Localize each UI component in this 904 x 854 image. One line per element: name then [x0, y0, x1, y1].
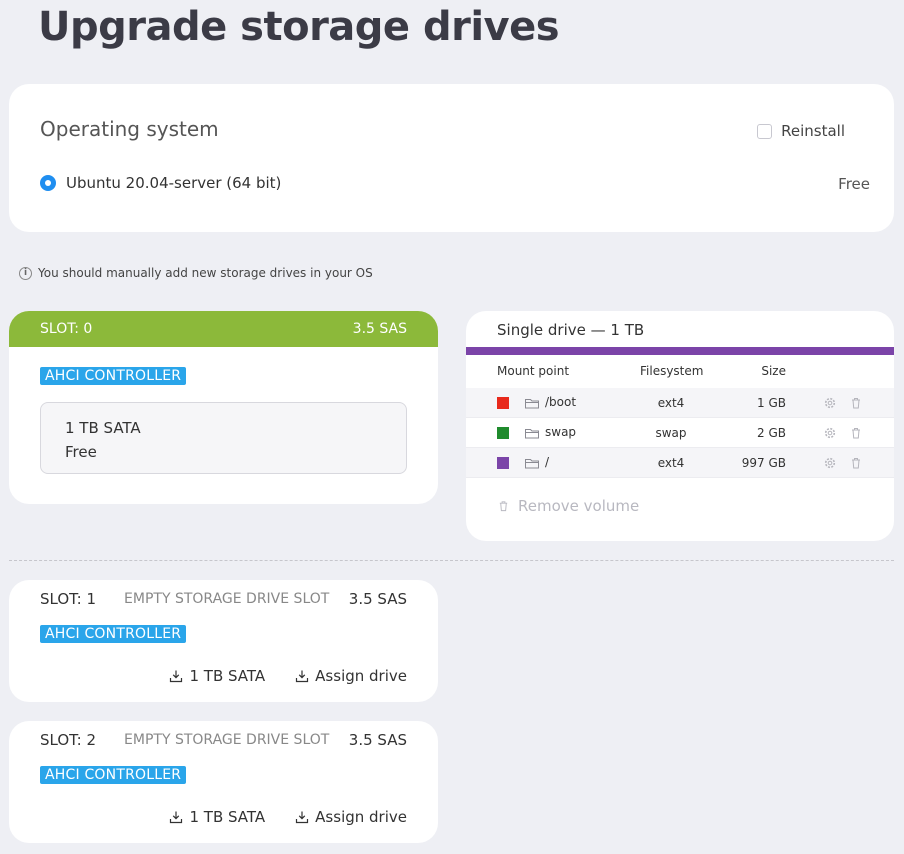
notice-text: You should manually add new storage driv… [38, 266, 373, 280]
info-icon: i [19, 266, 32, 280]
partition-size: 2 GB [757, 426, 786, 440]
remove-volume-label: Remove volume [518, 497, 640, 515]
slot-actions: 1 TB SATA Assign drive [169, 808, 407, 826]
reinstall-label: Reinstall [781, 122, 845, 140]
os-card: Operating system Reinstall Ubuntu 20.04-… [9, 84, 894, 232]
assign-drive-label: Assign drive [315, 808, 407, 826]
slot-header: SLOT: 0 3.5 SAS [9, 311, 438, 347]
slot-type: 3.5 SAS [348, 590, 407, 608]
slot-type: 3.5 SAS [352, 321, 407, 337]
os-option-ubuntu[interactable]: Ubuntu 20.04-server (64 bit) [40, 174, 281, 192]
os-option-label: Ubuntu 20.04-server (64 bit) [66, 174, 282, 192]
drive-partition-panel: Single drive — 1 TB Mount point Filesyst… [466, 311, 894, 541]
drive-usage-bar [466, 347, 894, 355]
drive-option-label: 1 TB SATA [189, 667, 266, 685]
partition-size: 997 GB [741, 456, 786, 470]
download-icon [296, 811, 309, 824]
drive-panel-title: Single drive — 1 TB [497, 321, 645, 339]
reinstall-checkbox[interactable]: Reinstall [757, 122, 845, 140]
partition-table-header: Mount point Filesystem Size [466, 361, 894, 389]
trash-icon[interactable] [849, 396, 863, 410]
slot-status: EMPTY STORAGE DRIVE SLOT [124, 591, 330, 607]
installed-drive[interactable]: 1 TB SATA Free [40, 402, 407, 474]
folder-icon [525, 429, 539, 439]
slot-header: SLOT: 1 EMPTY STORAGE DRIVE SLOT 3.5 SAS [40, 590, 407, 608]
column-header-size: Size [761, 364, 786, 378]
partition-row: swap swap 2 GB [466, 418, 894, 448]
drive-price: Free [65, 443, 97, 461]
partition-size: 1 GB [757, 396, 786, 410]
partition-row: / ext4 997 GB [466, 448, 894, 478]
slot-header: SLOT: 2 EMPTY STORAGE DRIVE SLOT 3.5 SAS [40, 731, 407, 749]
radio-selected-icon[interactable] [40, 175, 56, 191]
assign-drive-label: Assign drive [315, 667, 407, 685]
remove-volume-button[interactable]: Remove volume [497, 497, 639, 515]
mount-point: /boot [545, 395, 577, 409]
gear-icon[interactable] [823, 426, 837, 440]
slot-type: 3.5 SAS [348, 731, 407, 749]
mount-point: / [545, 455, 550, 469]
mount-point: swap [545, 425, 577, 439]
slot-card-0: SLOT: 0 3.5 SAS AHCI CONTROLLER 1 TB SAT… [9, 311, 438, 504]
column-header-mount: Mount point [497, 364, 570, 378]
page-title: Upgrade storage drives [38, 4, 560, 50]
slot-card-1: SLOT: 1 EMPTY STORAGE DRIVE SLOT 3.5 SAS… [9, 580, 438, 702]
slot-actions: 1 TB SATA Assign drive [169, 667, 407, 685]
trash-icon[interactable] [849, 456, 863, 470]
gear-icon[interactable] [823, 396, 837, 410]
partition-row: /boot ext4 1 GB [466, 388, 894, 418]
trash-icon [499, 501, 508, 512]
controller-badge: AHCI CONTROLLER [40, 367, 187, 385]
slot-label: SLOT: 2 [40, 731, 97, 749]
drive-option-button[interactable]: 1 TB SATA [169, 667, 265, 685]
filesystem: swap [655, 426, 687, 440]
drive-name: 1 TB SATA [65, 419, 141, 437]
color-swatch [497, 457, 509, 469]
slot-label: SLOT: 0 [40, 321, 93, 337]
slot-status: EMPTY STORAGE DRIVE SLOT [124, 732, 330, 748]
color-swatch [497, 397, 509, 409]
drive-option-button[interactable]: 1 TB SATA [169, 808, 265, 826]
storage-notice: i You should manually add new storage dr… [19, 266, 373, 280]
filesystem: ext4 [657, 396, 685, 410]
download-icon [170, 811, 183, 824]
color-swatch [497, 427, 509, 439]
filesystem: ext4 [657, 456, 685, 470]
section-divider [9, 560, 894, 561]
os-price: Free [838, 175, 870, 193]
folder-icon [525, 399, 539, 409]
download-icon [296, 670, 309, 683]
assign-drive-button[interactable]: Assign drive [295, 667, 407, 685]
drive-option-label: 1 TB SATA [189, 808, 266, 826]
assign-drive-button[interactable]: Assign drive [295, 808, 407, 826]
slot-card-2: SLOT: 2 EMPTY STORAGE DRIVE SLOT 3.5 SAS… [9, 721, 438, 843]
os-section-title: Operating system [40, 117, 219, 141]
controller-badge: AHCI CONTROLLER [40, 625, 187, 643]
controller-badge: AHCI CONTROLLER [40, 766, 187, 784]
checkbox-icon[interactable] [757, 123, 773, 139]
folder-icon [525, 459, 539, 469]
slot-label: SLOT: 1 [40, 590, 97, 608]
column-header-filesystem: Filesystem [640, 364, 704, 378]
trash-icon[interactable] [849, 426, 863, 440]
download-icon [170, 670, 183, 683]
gear-icon[interactable] [823, 456, 837, 470]
